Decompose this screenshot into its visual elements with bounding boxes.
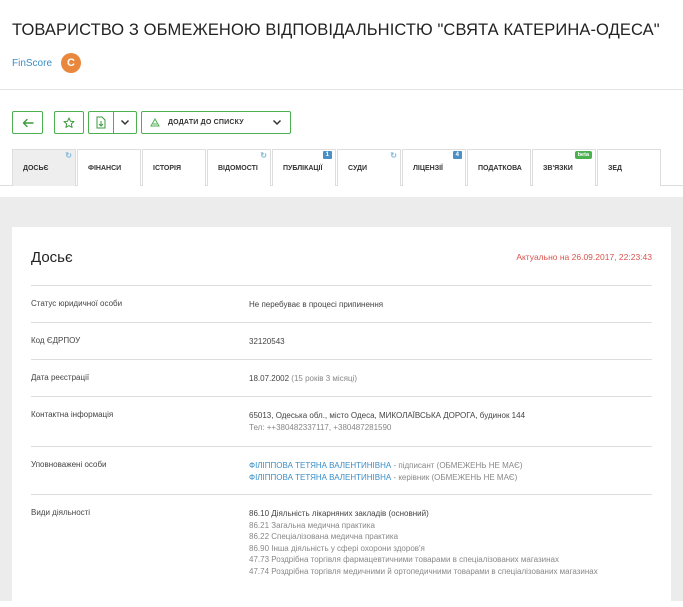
beta-badge: beta xyxy=(574,151,592,159)
tab-label: ЗВ'ЯЗКИ xyxy=(543,164,573,172)
page-header: ТОВАРИСТВО З ОБМЕЖЕНОЮ ВІДПОВІДАЛЬНІСТЮ … xyxy=(0,0,683,76)
tab-connections[interactable]: ЗВ'ЯЗКИ beta xyxy=(532,149,596,186)
export-button-group xyxy=(88,111,137,134)
refresh-icon: ↻ xyxy=(65,151,72,160)
status-label: Статус юридичної особи xyxy=(31,299,123,308)
list-icon xyxy=(150,118,160,127)
tab-info[interactable]: ВІДОМОСТІ ↻ xyxy=(207,149,271,186)
tab-dossier[interactable]: ДОСЬЄ ↻ xyxy=(12,149,76,186)
person-link[interactable]: ФІЛІППОВА ТЕТЯНА ВАЛЕНТИНІВНА xyxy=(249,461,391,470)
refresh-icon: ↻ xyxy=(260,151,267,160)
row-authorized-persons: Уповноважені особи ФІЛІППОВА ТЕТЯНА ВАЛЕ… xyxy=(31,446,652,494)
header-divider xyxy=(0,89,683,90)
star-icon xyxy=(63,117,75,128)
contacts-label: Контактна інформація xyxy=(31,410,114,419)
dossier-card: Досьє Актуально на 26.09.2017, 22:23:43 … xyxy=(12,227,671,607)
tab-tax[interactable]: ПОДАТКОВА xyxy=(467,149,531,186)
row-contacts: Контактна інформація 65013, Одеська обл.… xyxy=(31,396,652,446)
registration-date: 18.07.2002 xyxy=(249,374,290,383)
activity-item: 86.21 Загальна медична практика xyxy=(249,520,375,530)
activities-list: 86.10 Діяльність лікарняних закладів (ос… xyxy=(249,495,652,604)
person-item: ФІЛІППОВА ТЕТЯНА ВАЛЕНТИНІВНА - підписан… xyxy=(249,460,652,472)
tab-licenses[interactable]: ЛІЦЕНЗІЇ 4 xyxy=(402,149,466,186)
actual-date: Актуально на 26.09.2017, 22:23:43 xyxy=(516,252,652,262)
tab-label: ПОДАТКОВА xyxy=(478,164,522,172)
row-status: Статус юридичної особи Не перебуває в пр… xyxy=(31,285,652,322)
dossier-title: Досьє xyxy=(31,248,73,266)
arrow-left-icon xyxy=(22,118,34,127)
registration-value: 18.07.2002 (15 років 3 місяці) xyxy=(249,360,652,396)
tab-label: ФІНАНСИ xyxy=(88,164,122,172)
tab-label: ВІДОМОСТІ xyxy=(218,164,258,172)
registration-age: (15 років 3 місяці) xyxy=(291,374,358,383)
row-activities: Види діяльності 86.10 Діяльність лікарня… xyxy=(31,494,652,604)
contact-phone: Тел: ++380482337117, +380487281590 xyxy=(249,422,392,432)
tab-label: ІСТОРІЯ xyxy=(153,164,182,172)
count-badge: 4 xyxy=(452,151,462,159)
favorite-button[interactable] xyxy=(54,111,84,134)
section-tabs: ДОСЬЄ ↻ ФІНАНСИ ІСТОРІЯ ВІДОМОСТІ ↻ ПУБЛ… xyxy=(0,149,683,186)
add-to-list-label: ДОДАТИ ДО СПИСКУ xyxy=(168,119,244,126)
status-value: Не перебуває в процесі припинення xyxy=(249,300,384,309)
dossier-header: Досьє Актуально на 26.09.2017, 22:23:43 xyxy=(31,227,652,285)
company-title: ТОВАРИСТВО З ОБМЕЖЕНОЮ ВІДПОВІДАЛЬНІСТЮ … xyxy=(12,21,660,39)
export-dropdown-button[interactable] xyxy=(114,111,137,134)
finscore-row: FinScore C xyxy=(12,50,671,76)
add-to-list-dropdown[interactable]: ДОДАТИ ДО СПИСКУ xyxy=(141,111,291,134)
activity-item: 86.90 Інша діяльність у сфері охорони зд… xyxy=(249,543,425,553)
contact-address: 65013, Одеська обл., місто Одеса, МИКОЛА… xyxy=(249,411,526,420)
tab-label: СУДИ xyxy=(348,164,367,172)
tab-label: ЗЕД xyxy=(608,164,623,172)
tab-foreign-trade[interactable]: ЗЕД xyxy=(597,149,661,186)
count-badge: 1 xyxy=(322,151,332,159)
row-registration: Дата реєстрації 18.07.2002 (15 років 3 м… xyxy=(31,359,652,396)
edrpou-value: 32120543 xyxy=(249,337,285,346)
registration-label: Дата реєстрації xyxy=(31,373,90,382)
activity-item: 47.73 Роздрібна торгівля фармацевтичними… xyxy=(249,555,559,564)
person-role: - керівник (ОБМЕЖЕНЬ НЕ МАЄ) xyxy=(391,472,518,482)
finscore-link[interactable]: FinScore xyxy=(12,58,52,69)
finscore-grade-badge[interactable]: C xyxy=(61,53,82,73)
activity-item: 86.22 Спеціалізована медична практика xyxy=(249,532,399,541)
person-item: ФІЛІППОВА ТЕТЯНА ВАЛЕНТИНІВНА - керівник… xyxy=(249,472,652,484)
chevron-down-icon xyxy=(272,119,282,126)
activity-item: 47.74 Роздрібна торгівля медичними й орт… xyxy=(249,566,598,576)
row-edrpou: Код ЄДРПОУ 32120543 xyxy=(31,322,652,359)
tab-publications[interactable]: ПУБЛІКАЦІЇ 1 xyxy=(272,149,336,186)
tab-courts[interactable]: СУДИ ↻ xyxy=(337,149,401,186)
export-document-button[interactable] xyxy=(88,111,114,134)
document-download-icon xyxy=(96,116,106,129)
tab-label: ЛІЦЕНЗІЇ xyxy=(413,164,443,172)
back-button[interactable] xyxy=(12,111,43,134)
contacts-value: 65013, Одеська обл., місто Одеса, МИКОЛА… xyxy=(249,397,652,446)
person-link[interactable]: ФІЛІППОВА ТЕТЯНА ВАЛЕНТИНІВНА xyxy=(249,473,391,482)
toolbar: ДОДАТИ ДО СПИСКУ xyxy=(0,111,683,134)
tab-history[interactable]: ІСТОРІЯ xyxy=(142,149,206,186)
authorized-label: Уповноважені особи xyxy=(31,460,107,469)
tab-finance[interactable]: ФІНАНСИ xyxy=(77,149,141,186)
edrpou-label: Код ЄДРПОУ xyxy=(31,336,81,345)
activity-main: 86.10 Діяльність лікарняних закладів (ос… xyxy=(249,509,429,518)
person-role: - підписант (ОБМЕЖЕНЬ НЕ МАЄ) xyxy=(391,461,523,470)
tab-label: ДОСЬЄ xyxy=(23,164,49,172)
authorized-list: ФІЛІППОВА ТЕТЯНА ВАЛЕНТИНІВНА - підписан… xyxy=(249,447,652,494)
refresh-icon: ↻ xyxy=(390,151,397,160)
tab-label: ПУБЛІКАЦІЇ xyxy=(283,164,323,172)
activities-label: Види діяльності xyxy=(31,508,91,517)
chevron-down-icon xyxy=(120,119,130,126)
